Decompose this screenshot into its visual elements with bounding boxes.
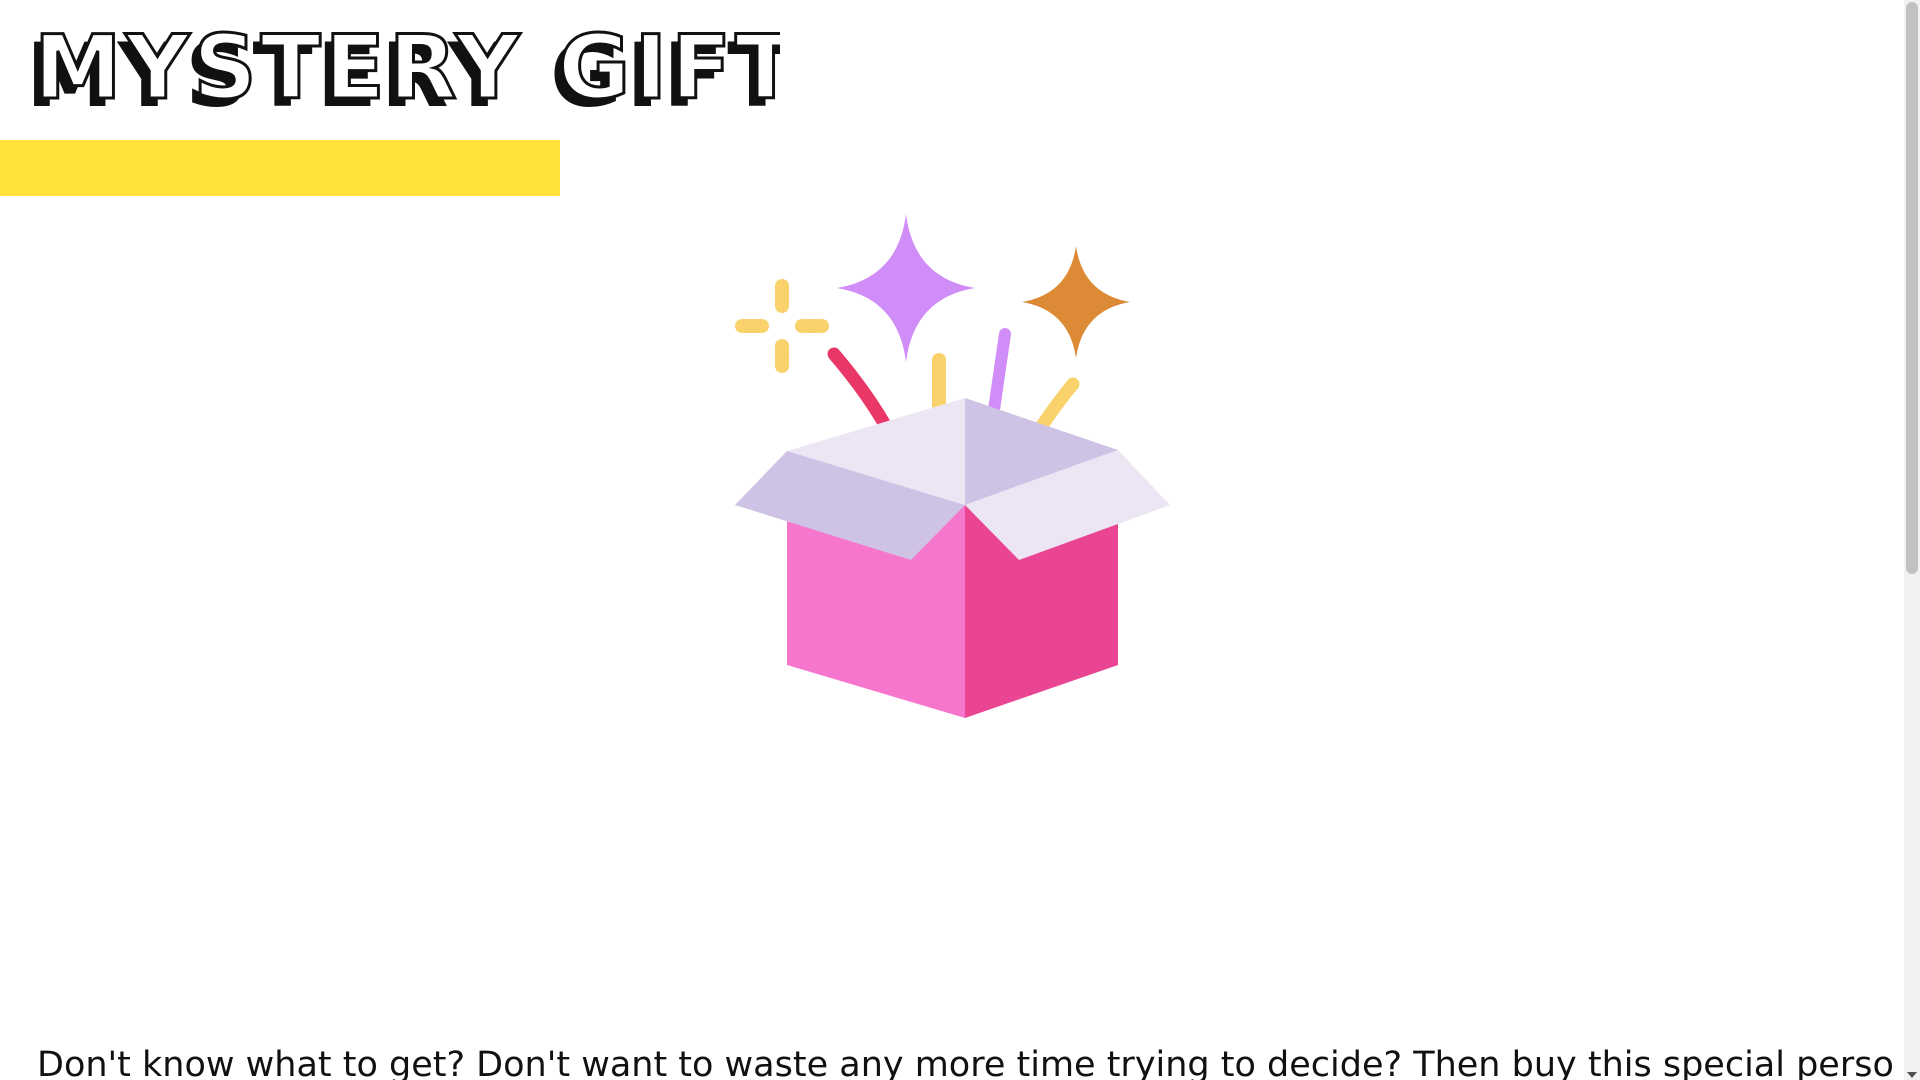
product-description: Don't know what to get? Don't want to wa… [37, 1045, 1897, 1080]
yellow-plus-sparkle-icon [735, 279, 829, 373]
scroll-down-arrow-icon[interactable] [1907, 1072, 1917, 1078]
title-svg: MYSTERY GIFT MYSTERY GIFT [26, 22, 780, 122]
scrollbar-thumb[interactable] [1906, 2, 1918, 574]
gift-box-sparkles-icon [730, 208, 1170, 728]
purple-sparkle-icon [837, 214, 975, 362]
page-title: MYSTERY GIFT MYSTERY GIFT [20, 22, 780, 122]
gift-box-illustration [735, 214, 1170, 718]
yellow-banner [0, 140, 560, 196]
page-scrollbar[interactable] [1904, 0, 1920, 1080]
orange-sparkle-icon [1022, 246, 1130, 358]
page: MYSTERY GIFT MYSTERY GIFT Don't know wha… [0, 0, 1920, 1080]
title-text: MYSTERY GIFT [34, 22, 780, 119]
